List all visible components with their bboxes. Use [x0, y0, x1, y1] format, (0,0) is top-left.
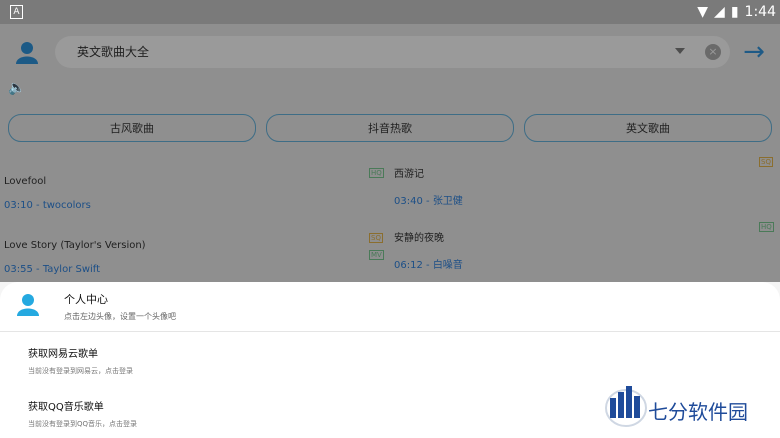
song-item[interactable]: 安静的夜晚 06:12 - 白噪音 — [394, 229, 463, 271]
song-item[interactable]: Lovefool 03:10 - twocolors — [4, 176, 91, 211]
user-avatar-icon[interactable] — [14, 40, 40, 66]
song-item[interactable]: 西游记 03:40 - 张卫健 — [394, 165, 463, 207]
song-artist: 张卫健 — [432, 196, 463, 207]
menu-item-title: 获取网易云歌单 — [28, 349, 98, 360]
category-tab-2[interactable]: 抖音热歌 — [266, 114, 514, 142]
watermark-text: 七分软件园 — [648, 400, 748, 424]
category-tab-1[interactable]: 古风歌曲 — [8, 114, 256, 142]
signal-icon: ◢ — [714, 4, 725, 20]
wifi-icon: ▼ — [697, 4, 709, 20]
quality-badge: SQ — [369, 233, 383, 243]
category-label: 抖音热歌 — [368, 122, 412, 135]
search-row: 英文歌曲大全 × → — [0, 30, 780, 76]
category-label: 古风歌曲 — [110, 122, 154, 135]
menu-item-qq[interactable]: 获取QQ音乐歌单 当前没有登录到QQ音乐，点击登录 — [28, 398, 137, 429]
song-separator: - — [36, 200, 43, 211]
song-meta: 03:10 - twocolors — [4, 200, 91, 211]
quality-badge: SQ — [759, 157, 773, 167]
divider — [0, 331, 780, 332]
profile-avatar-icon[interactable] — [16, 292, 40, 318]
song-title: Love Story (Taylor's Version) — [4, 240, 146, 251]
song-separator: - — [426, 196, 433, 207]
song-artist: Taylor Swift — [42, 264, 101, 275]
song-meta: 06:12 - 白噪音 — [394, 256, 463, 271]
song-meta: 03:55 - Taylor Swift — [4, 264, 146, 275]
watermark-logo: 七分软件园 — [598, 378, 768, 434]
status-bar: A ▼ ◢ ▮ 1:44 — [0, 0, 780, 24]
category-tab-3[interactable]: 英文歌曲 — [524, 114, 772, 142]
quality-badge: HQ — [759, 222, 774, 232]
search-input[interactable]: 英文歌曲大全 × — [55, 36, 730, 68]
profile-subtitle: 点击左边头像，设置一个头像吧 — [64, 312, 176, 321]
speaker-icon[interactable]: 🔈 — [8, 80, 25, 96]
search-query-text: 英文歌曲大全 — [77, 45, 150, 59]
app-icon: A — [10, 5, 23, 19]
clear-icon[interactable]: × — [705, 44, 721, 60]
song-duration: 03:40 — [394, 196, 423, 207]
menu-item-subtitle: 当前没有登录到网易云，点击登录 — [28, 367, 133, 375]
menu-item-netease[interactable]: 获取网易云歌单 当前没有登录到网易云，点击登录 — [28, 345, 133, 376]
song-duration: 03:55 — [4, 264, 33, 275]
status-icons: ▼ ◢ ▮ 1:44 — [697, 3, 776, 21]
song-artist: twocolors — [42, 200, 91, 211]
time: 1:44 — [744, 4, 776, 20]
song-artist: 白噪音 — [432, 260, 463, 271]
song-duration: 06:12 — [394, 260, 423, 271]
quality-badge: HQ — [369, 168, 384, 178]
mv-badge: MV — [369, 250, 384, 260]
song-meta: 03:40 - 张卫健 — [394, 192, 463, 207]
chevron-down-icon[interactable] — [675, 48, 685, 54]
menu-item-title: 获取QQ音乐歌单 — [28, 402, 104, 413]
song-separator: - — [426, 260, 433, 271]
song-title: Lovefool — [4, 176, 47, 187]
battery-icon: ▮ — [730, 4, 739, 20]
search-submit-icon[interactable]: → — [740, 34, 768, 70]
category-tabs: 古风歌曲 抖音热歌 英文歌曲 — [8, 114, 772, 142]
profile-title: 个人中心 — [64, 293, 108, 306]
song-item[interactable]: Love Story (Taylor's Version) 03:55 - Ta… — [4, 240, 146, 275]
menu-item-subtitle: 当前没有登录到QQ音乐，点击登录 — [28, 420, 138, 428]
song-title: 安静的夜晚 — [394, 233, 444, 244]
category-label: 英文歌曲 — [626, 122, 670, 135]
song-title: 西游记 — [394, 169, 424, 180]
song-duration: 03:10 — [4, 200, 33, 211]
song-separator: - — [36, 264, 43, 275]
